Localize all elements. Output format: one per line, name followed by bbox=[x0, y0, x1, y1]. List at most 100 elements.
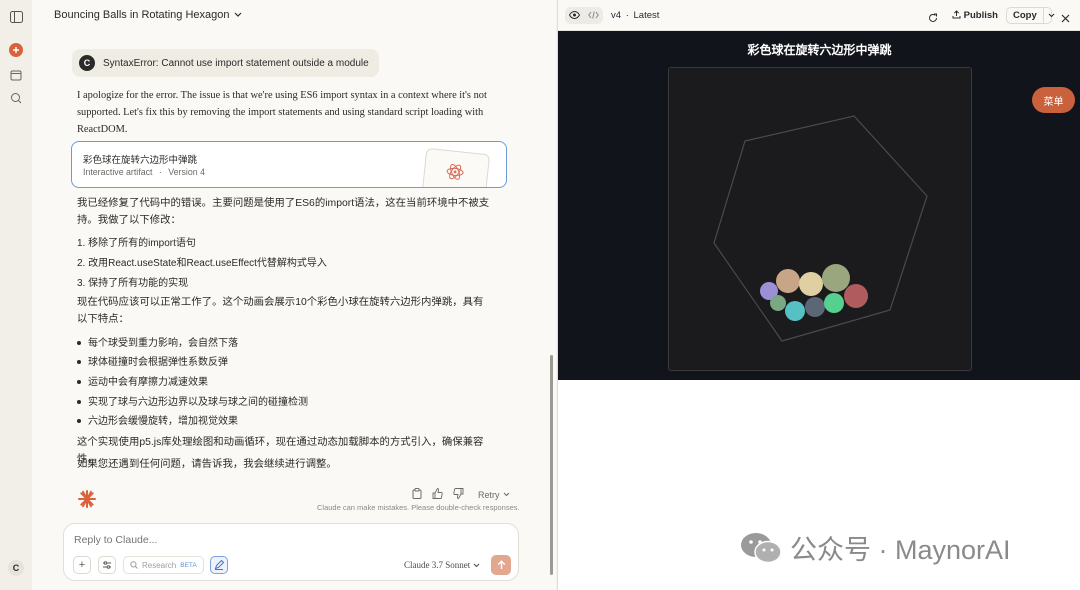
artifact-thumbnail bbox=[421, 147, 491, 187]
feature-item-text: 运动中会有摩擦力减速效果 bbox=[88, 377, 208, 388]
plus-icon: + bbox=[78, 559, 86, 571]
wechat-icon bbox=[741, 532, 782, 563]
sliders-icon bbox=[103, 561, 111, 569]
search-icon bbox=[130, 561, 138, 569]
artifact-title: 彩色球在旋转六边形中弹跳 bbox=[83, 155, 198, 166]
bouncing-ball bbox=[822, 264, 850, 292]
feature-item: 运动中会有摩擦力减速效果 bbox=[77, 373, 208, 388]
feature-item: 实现了球与六边形边界以及球与球之间的碰撞检测 bbox=[77, 393, 308, 408]
beta-badge: BETA bbox=[180, 561, 197, 569]
chat-scrollbar[interactable] bbox=[550, 355, 553, 575]
bouncing-ball bbox=[785, 301, 805, 321]
retry-button[interactable]: Retry bbox=[478, 490, 510, 500]
bouncing-ball bbox=[824, 293, 844, 313]
fix-item: 2. 改用React.useState和React.useEffect代替解构式… bbox=[77, 258, 327, 269]
bouncing-ball bbox=[770, 295, 786, 311]
user-message-text: SyntaxError: Cannot use import statement… bbox=[103, 57, 369, 69]
artifact-version: Version 4 bbox=[168, 167, 205, 177]
view-toggle[interactable] bbox=[565, 7, 603, 24]
retry-label: Retry bbox=[478, 489, 500, 500]
thumbs-down-icon[interactable] bbox=[453, 488, 464, 501]
new-chat-icon[interactable] bbox=[9, 43, 23, 57]
atom-icon bbox=[446, 163, 464, 180]
disclaimer: Claude can make mistakes. Please double-… bbox=[317, 503, 520, 512]
arrow-up-icon bbox=[497, 560, 505, 569]
version-separator: · bbox=[625, 10, 629, 21]
artifact-subtitle: Interactive artifact · Version 4 bbox=[83, 167, 205, 177]
copy-icon[interactable] bbox=[412, 488, 422, 501]
projects-icon[interactable] bbox=[9, 91, 23, 105]
feature-item-text: 球体碰撞时会根据弹性系数反弹 bbox=[88, 357, 228, 368]
message-actions: Retry bbox=[412, 488, 510, 501]
feature-item: 球体碰撞时会根据弹性系数反弹 bbox=[77, 353, 228, 368]
chats-icon[interactable] bbox=[9, 68, 23, 82]
user-avatar[interactable]: C bbox=[8, 560, 24, 576]
feature-item-text: 实现了球与六边形边界以及球与球之间的碰撞检测 bbox=[88, 397, 308, 408]
user-message: C SyntaxError: Cannot use import stateme… bbox=[72, 49, 379, 77]
pen-icon bbox=[214, 560, 224, 570]
research-button[interactable]: Research BETA bbox=[123, 556, 204, 574]
add-attachment-button[interactable]: + bbox=[73, 556, 91, 574]
chevron-down-icon bbox=[234, 9, 242, 21]
version-status: Latest bbox=[633, 10, 660, 21]
conversation-title-button[interactable]: Bouncing Balls in Rotating Hexagon bbox=[54, 9, 242, 21]
bouncing-ball bbox=[776, 269, 800, 293]
chevron-down-icon bbox=[473, 563, 480, 568]
model-selector[interactable]: Claude 3.7 Sonnet bbox=[404, 560, 480, 570]
bouncing-ball bbox=[844, 284, 868, 308]
animation-canvas[interactable] bbox=[668, 67, 972, 371]
closing-note: 如果您还遇到任何问题，请告诉我，我会继续进行调整。 bbox=[77, 459, 337, 470]
artifact-type: Interactive artifact bbox=[83, 167, 153, 177]
bouncing-ball bbox=[799, 272, 823, 296]
upload-icon bbox=[952, 10, 961, 19]
left-rail: C bbox=[0, 0, 33, 590]
publish-button[interactable]: Publish bbox=[952, 10, 998, 21]
chevron-down-icon bbox=[503, 492, 509, 497]
version-indicator[interactable]: v4 · Latest bbox=[611, 10, 659, 21]
reply-intro: I apologize for the error. The issue is … bbox=[77, 90, 487, 135]
user-message-avatar: C bbox=[79, 55, 95, 71]
chat-panel: Bouncing Balls in Rotating Hexagon C Syn… bbox=[32, 0, 556, 590]
copy-label: Copy bbox=[1007, 8, 1044, 23]
artifact-preview-pane: v4 · Latest Publish Copy 彩色球在旋转六边形中弹跳 菜单 bbox=[557, 0, 1080, 590]
thumbs-up-icon[interactable] bbox=[432, 488, 443, 501]
artifact-card[interactable]: 彩色球在旋转六边形中弹跳 Interactive artifact · Vers… bbox=[71, 141, 507, 188]
research-label: Research bbox=[142, 560, 177, 570]
feature-item-text: 每个球受到重力影响，会自然下落 bbox=[88, 338, 238, 349]
watermark: 公众号 · MaynorAI bbox=[740, 528, 1011, 567]
code-icon[interactable] bbox=[588, 10, 599, 21]
publish-label: Publish bbox=[963, 10, 998, 21]
features-intro: 现在代码应该可以正常工作了。这个动画会展示10个彩色小球在旋转六边形内弹跳，具有… bbox=[77, 297, 484, 325]
composer: + Research BETA Claude 3.7 Sonnet bbox=[63, 523, 519, 581]
copy-options-chevron-icon[interactable] bbox=[1044, 10, 1058, 21]
fix-item: 1. 移除了所有的import语句 bbox=[77, 238, 196, 249]
artifact-separator: · bbox=[158, 167, 162, 177]
refresh-icon[interactable] bbox=[928, 10, 938, 28]
fix-item-text: 移除了所有的import语句 bbox=[88, 238, 196, 249]
menu-button[interactable]: 菜单 bbox=[1032, 87, 1075, 113]
fix-item-text: 改用React.useState和React.useEffect代替解构式导入 bbox=[88, 258, 327, 269]
preview-toolbar: v4 · Latest Publish Copy bbox=[558, 0, 1080, 31]
fix-item: 3. 保持了所有功能的实现 bbox=[77, 278, 189, 289]
fix-item-text: 保持了所有功能的实现 bbox=[88, 278, 189, 289]
close-icon[interactable] bbox=[1061, 10, 1070, 28]
version-label: v4 bbox=[611, 10, 622, 21]
style-button[interactable] bbox=[210, 556, 228, 574]
watermark-text: 公众号 · MaynorAI bbox=[790, 535, 1011, 565]
eye-icon[interactable] bbox=[568, 10, 581, 21]
reply-input[interactable] bbox=[74, 534, 374, 546]
feature-item: 六边形会缓慢旋转，增加视觉效果 bbox=[77, 412, 238, 427]
claude-logo-icon bbox=[77, 489, 97, 514]
artifact-stage: 彩色球在旋转六边形中弹跳 菜单 bbox=[558, 31, 1080, 380]
tools-button[interactable] bbox=[98, 556, 116, 574]
feature-item: 每个球受到重力影响，会自然下落 bbox=[77, 334, 238, 349]
conversation-title: Bouncing Balls in Rotating Hexagon bbox=[54, 9, 230, 21]
bouncing-ball bbox=[805, 297, 825, 317]
send-button[interactable] bbox=[491, 555, 511, 575]
feature-item-text: 六边形会缓慢旋转，增加视觉效果 bbox=[88, 416, 238, 427]
sidebar-toggle-icon[interactable] bbox=[9, 10, 23, 24]
model-name: Claude 3.7 Sonnet bbox=[404, 560, 471, 570]
copy-button[interactable]: Copy bbox=[1006, 7, 1055, 24]
fix-summary: 我已经修复了代码中的错误。主要问题是使用了ES6的import语法，这在当前环境… bbox=[77, 198, 490, 226]
stage-title: 彩色球在旋转六边形中弹跳 bbox=[747, 43, 892, 57]
